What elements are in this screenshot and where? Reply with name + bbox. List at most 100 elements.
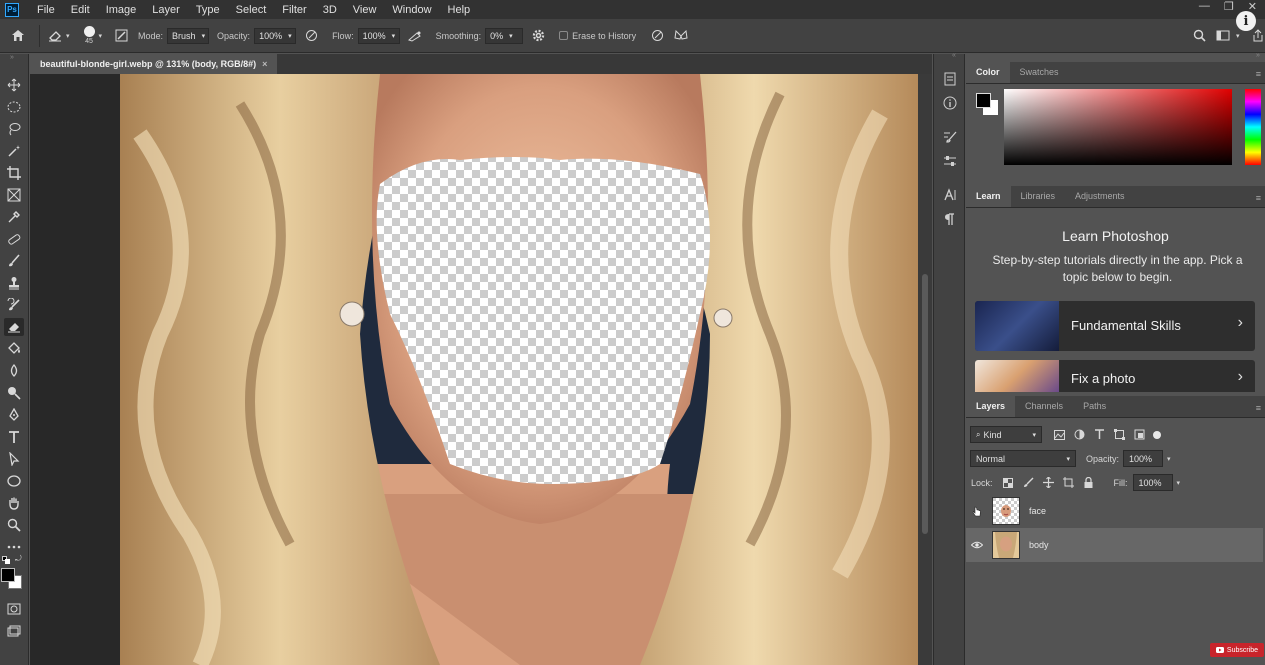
menu-help[interactable]: Help: [440, 4, 479, 16]
menu-filter[interactable]: Filter: [274, 4, 314, 16]
menu-edit[interactable]: Edit: [63, 4, 98, 16]
smoothing-field[interactable]: 0% ▾: [485, 27, 524, 44]
home-icon[interactable]: [9, 27, 27, 45]
paint-bucket-tool-icon[interactable]: [4, 340, 24, 358]
quick-mask-icon[interactable]: [4, 600, 24, 618]
gear-icon[interactable]: [529, 27, 547, 45]
menu-select[interactable]: Select: [228, 4, 275, 16]
path-selection-tool-icon[interactable]: [4, 450, 24, 468]
swap-colors-icon[interactable]: ⤾: [15, 554, 22, 564]
mode-select[interactable]: Brush ▾: [167, 27, 210, 44]
visibility-toggle[interactable]: [966, 541, 988, 549]
screen-mode-icon[interactable]: [4, 622, 24, 640]
info-icon[interactable]: i: [1236, 11, 1256, 31]
layer-row-face[interactable]: face: [966, 494, 1263, 528]
opacity-field[interactable]: 100% ▾: [254, 27, 297, 44]
filter-smart-object-icon[interactable]: [1132, 427, 1147, 442]
tab-adjustments[interactable]: Adjustments: [1065, 185, 1135, 207]
tab-swatches[interactable]: Swatches: [1010, 61, 1069, 83]
eraser-tool-icon[interactable]: [4, 318, 24, 336]
chevron-down-icon[interactable]: ▾: [1167, 455, 1171, 463]
airbrush-icon[interactable]: [406, 27, 424, 45]
tutorial-card-fundamental-skills[interactable]: Fundamental Skills ›: [975, 301, 1255, 351]
erase-to-history-checkbox[interactable]: [559, 31, 569, 40]
hand-tool-icon[interactable]: [4, 494, 24, 512]
brush-settings-panel-icon[interactable]: [940, 128, 960, 146]
magic-wand-tool-icon[interactable]: [4, 142, 24, 160]
panel-collapse-icon[interactable]: »: [1256, 52, 1260, 59]
foreground-color-chip[interactable]: [976, 93, 991, 108]
layer-name[interactable]: body: [1029, 540, 1049, 550]
chevron-down-icon[interactable]: ▾: [1236, 32, 1240, 40]
scrollbar-thumb[interactable]: [922, 274, 928, 534]
vertical-scrollbar[interactable]: [918, 74, 932, 665]
filter-adjustment-icon[interactable]: [1072, 427, 1087, 442]
filter-type-icon[interactable]: [1092, 427, 1107, 442]
filter-shape-icon[interactable]: [1112, 427, 1127, 442]
subscribe-button[interactable]: Subscribe: [1210, 643, 1264, 657]
layer-opacity-field[interactable]: 100%: [1123, 450, 1164, 467]
menu-view[interactable]: View: [345, 4, 385, 16]
lasso-tool-icon[interactable]: [4, 120, 24, 138]
tab-libraries[interactable]: Libraries: [1011, 185, 1066, 207]
eyedropper-tool-icon[interactable]: [4, 208, 24, 226]
foreground-color-swatch[interactable]: [1, 568, 15, 582]
info-panel-icon[interactable]: [940, 94, 960, 112]
paragraph-panel-icon[interactable]: [940, 210, 960, 228]
menu-file[interactable]: File: [29, 4, 63, 16]
pen-tool-icon[interactable]: [4, 406, 24, 424]
default-colors-icon[interactable]: [2, 556, 10, 564]
tab-color[interactable]: Color: [966, 61, 1010, 83]
chevron-down-icon[interactable]: ▾: [99, 32, 103, 40]
tab-channels[interactable]: Channels: [1015, 395, 1073, 417]
menu-type[interactable]: Type: [188, 4, 228, 16]
layer-name[interactable]: face: [1029, 506, 1046, 516]
color-field[interactable]: [1004, 89, 1232, 165]
menu-image[interactable]: Image: [98, 4, 145, 16]
lock-image-pixels-icon[interactable]: [1021, 475, 1036, 490]
panel-menu-icon[interactable]: ≡: [1256, 403, 1261, 413]
hue-slider[interactable]: [1245, 89, 1261, 165]
symmetry-butterfly-icon[interactable]: [672, 27, 690, 45]
eraser-tool-preset-icon[interactable]: [46, 27, 64, 45]
menu-3d[interactable]: 3D: [315, 4, 345, 16]
marquee-tool-icon[interactable]: [4, 98, 24, 116]
menu-window[interactable]: Window: [384, 4, 439, 16]
chevron-down-icon[interactable]: ▾: [1177, 479, 1181, 487]
lock-artboard-icon[interactable]: [1061, 475, 1076, 490]
frame-tool-icon[interactable]: [4, 186, 24, 204]
pressure-size-icon[interactable]: [648, 27, 666, 45]
type-tool-icon[interactable]: [4, 428, 24, 446]
history-brush-tool-icon[interactable]: [4, 296, 24, 314]
document-tab[interactable]: beautiful-blonde-girl.webp @ 131% (body,…: [30, 54, 278, 74]
character-panel-icon[interactable]: [940, 186, 960, 204]
brush-settings-icon[interactable]: [112, 27, 130, 45]
lock-position-icon[interactable]: [1041, 475, 1056, 490]
dodge-tool-icon[interactable]: [4, 384, 24, 402]
lock-transparent-pixels-icon[interactable]: [1001, 475, 1016, 490]
panel-collapse-icon[interactable]: »: [10, 54, 14, 61]
brush-size-picker[interactable]: 45: [83, 26, 95, 45]
flow-field[interactable]: 100% ▾: [357, 27, 400, 44]
crop-tool-icon[interactable]: [4, 164, 24, 182]
tab-layers[interactable]: Layers: [966, 395, 1016, 417]
chevron-down-icon[interactable]: ▾: [66, 32, 70, 40]
panel-collapse-icon[interactable]: «: [952, 52, 956, 59]
visibility-toggle[interactable]: [966, 506, 988, 517]
panel-menu-icon[interactable]: ≡: [1256, 193, 1261, 203]
document-canvas-image[interactable]: [120, 74, 918, 665]
pressure-opacity-icon[interactable]: [302, 27, 320, 45]
minimize-button[interactable]: —: [1199, 0, 1210, 13]
panel-menu-icon[interactable]: ≡: [1256, 69, 1261, 79]
clone-stamp-tool-icon[interactable]: [4, 274, 24, 292]
menu-layer[interactable]: Layer: [144, 4, 188, 16]
tutorial-card-fix-a-photo[interactable]: Fix a photo ›: [975, 360, 1255, 392]
tab-paths[interactable]: Paths: [1073, 395, 1116, 417]
layer-row-body[interactable]: body: [966, 528, 1263, 562]
fill-field[interactable]: 100%: [1132, 474, 1173, 491]
filter-toggle-icon[interactable]: [1153, 430, 1161, 439]
healing-brush-tool-icon[interactable]: [4, 230, 24, 248]
search-icon[interactable]: [1190, 27, 1208, 45]
blur-tool-icon[interactable]: [4, 362, 24, 380]
adjustments-panel-icon[interactable]: [940, 152, 960, 170]
